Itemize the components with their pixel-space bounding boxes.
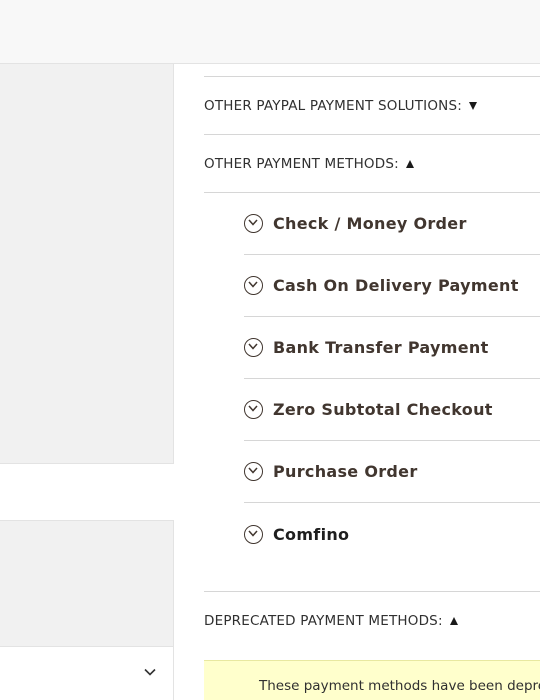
top-bar: [0, 0, 540, 64]
method-label[interactable]: Comfino: [273, 525, 349, 544]
method-label[interactable]: Zero Subtotal Checkout: [273, 400, 493, 419]
method-comfino[interactable]: Comfino: [244, 503, 540, 565]
left-column: [0, 64, 174, 700]
payment-methods-panel: OTHER PAYPAL PAYMENT SOLUTIONS: OTHER PA…: [204, 64, 540, 700]
method-check-money-order[interactable]: Check / Money Order: [244, 193, 540, 255]
circle-chevron-down-icon[interactable]: [244, 276, 263, 295]
section-other-payment-methods[interactable]: OTHER PAYMENT METHODS:: [204, 134, 540, 192]
deprecated-notice: These payment methods have been deprecat…: [204, 660, 540, 700]
method-label[interactable]: Cash On Delivery Payment: [273, 276, 519, 295]
chevron-down-icon[interactable]: [143, 665, 157, 679]
section-title[interactable]: OTHER PAYMENT METHODS:: [204, 156, 399, 172]
method-purchase-order[interactable]: Purchase Order: [244, 441, 540, 503]
left-panel-top: [0, 64, 174, 464]
triangle-down-icon[interactable]: [468, 101, 477, 110]
method-cash-on-delivery[interactable]: Cash On Delivery Payment: [244, 255, 540, 317]
section-deprecated-payment-methods[interactable]: DEPRECATED PAYMENT METHODS:: [204, 591, 540, 649]
circle-chevron-down-icon[interactable]: [244, 214, 263, 233]
notice-text: These payment methods have been deprecat…: [259, 678, 540, 694]
left-panel-bottom: [0, 520, 174, 646]
method-zero-subtotal-checkout[interactable]: Zero Subtotal Checkout: [244, 379, 540, 441]
circle-chevron-down-icon[interactable]: [244, 462, 263, 481]
section-title[interactable]: DEPRECATED PAYMENT METHODS:: [204, 613, 443, 629]
circle-chevron-down-icon[interactable]: [244, 524, 263, 544]
triangle-up-icon[interactable]: [449, 616, 458, 625]
method-label[interactable]: Check / Money Order: [273, 214, 467, 233]
section-other-paypal-solutions[interactable]: OTHER PAYPAL PAYMENT SOLUTIONS:: [204, 76, 540, 134]
method-bank-transfer[interactable]: Bank Transfer Payment: [244, 317, 540, 379]
triangle-up-icon[interactable]: [405, 159, 414, 168]
method-label[interactable]: Bank Transfer Payment: [273, 338, 489, 357]
circle-chevron-down-icon[interactable]: [244, 338, 263, 357]
method-label[interactable]: Purchase Order: [273, 462, 418, 481]
left-dropdown[interactable]: [0, 646, 174, 700]
circle-chevron-down-icon[interactable]: [244, 400, 263, 419]
section-title[interactable]: OTHER PAYPAL PAYMENT SOLUTIONS:: [204, 98, 462, 114]
